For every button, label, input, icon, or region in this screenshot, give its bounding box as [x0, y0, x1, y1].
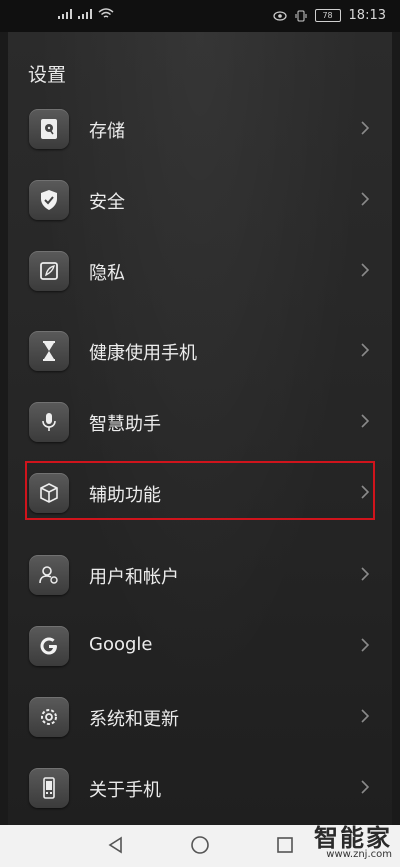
- settings-item-users-accounts[interactable]: 用户和帐户: [8, 540, 392, 610]
- chevron-right-icon: [361, 567, 370, 581]
- chevron-right-icon: [361, 780, 370, 794]
- settings-item-system-update[interactable]: 系统和更新: [8, 682, 392, 752]
- user-account-icon: [29, 555, 69, 595]
- settings-item-storage[interactable]: 存储: [8, 94, 392, 164]
- chevron-right-icon: [361, 121, 370, 135]
- vibrate-icon: [295, 10, 307, 21]
- chevron-right-icon: [361, 343, 370, 357]
- chevron-right-icon: [361, 638, 370, 652]
- status-right-indicators: 78 18:13: [272, 8, 386, 23]
- shield-check-icon: [29, 180, 69, 220]
- settings-item-google[interactable]: Google: [8, 611, 392, 681]
- storage-icon: [29, 109, 69, 149]
- status-time: 18:13: [348, 8, 386, 23]
- settings-item-label: 存储: [89, 121, 125, 142]
- watermark-text: 智能家: [314, 824, 392, 852]
- privacy-note-icon: [29, 251, 69, 291]
- settings-item-privacy[interactable]: 隐私: [8, 236, 392, 306]
- settings-item-security[interactable]: 安全: [8, 165, 392, 235]
- page-title: 设置: [28, 64, 67, 86]
- wifi-icon: [98, 8, 114, 18]
- settings-item-label: 智慧助手: [89, 414, 161, 435]
- system-gear-icon: [29, 697, 69, 737]
- recents-square-icon[interactable]: [276, 836, 294, 854]
- back-triangle-icon[interactable]: [106, 835, 126, 855]
- watermark: 智能家 www.znj.com: [314, 818, 392, 860]
- sim2-signal-icon: [78, 9, 92, 19]
- phone-icon: [29, 768, 69, 808]
- google-icon: [29, 626, 69, 666]
- settings-item-about-phone[interactable]: 关于手机: [8, 753, 392, 823]
- sim-signal-icon: [58, 9, 72, 19]
- hourglass-icon: [29, 331, 69, 371]
- settings-item-label: 系统和更新: [89, 709, 179, 730]
- status-bar: 78 18:13: [0, 0, 400, 32]
- battery-icon: 78: [314, 9, 341, 22]
- settings-item-label: 用户和帐户: [89, 567, 179, 588]
- settings-item-label: Google: [89, 634, 153, 655]
- settings-item-label: 健康使用手机: [89, 343, 197, 364]
- highlight-box: [25, 461, 375, 520]
- chevron-right-icon: [361, 263, 370, 277]
- settings-screen: 设置 存储 安全 隐私 健康使用手机 智慧助手 辅助功能 用户和帐户 Googl…: [8, 32, 392, 825]
- settings-item-label: 关于手机: [89, 780, 161, 801]
- watermark-url: www.znj.com: [326, 849, 392, 860]
- microphone-icon: [29, 402, 69, 442]
- chevron-right-icon: [361, 709, 370, 723]
- chevron-right-icon: [361, 192, 370, 206]
- settings-item-smart-assistant[interactable]: 智慧助手: [8, 387, 392, 457]
- status-left-indicators: [58, 8, 114, 20]
- settings-item-digital-balance[interactable]: 健康使用手机: [8, 316, 392, 386]
- settings-item-label: 安全: [89, 192, 125, 213]
- chevron-right-icon: [361, 414, 370, 428]
- home-circle-icon[interactable]: [190, 835, 210, 855]
- settings-item-label: 隐私: [89, 263, 125, 284]
- eye-comfort-icon: [272, 10, 287, 21]
